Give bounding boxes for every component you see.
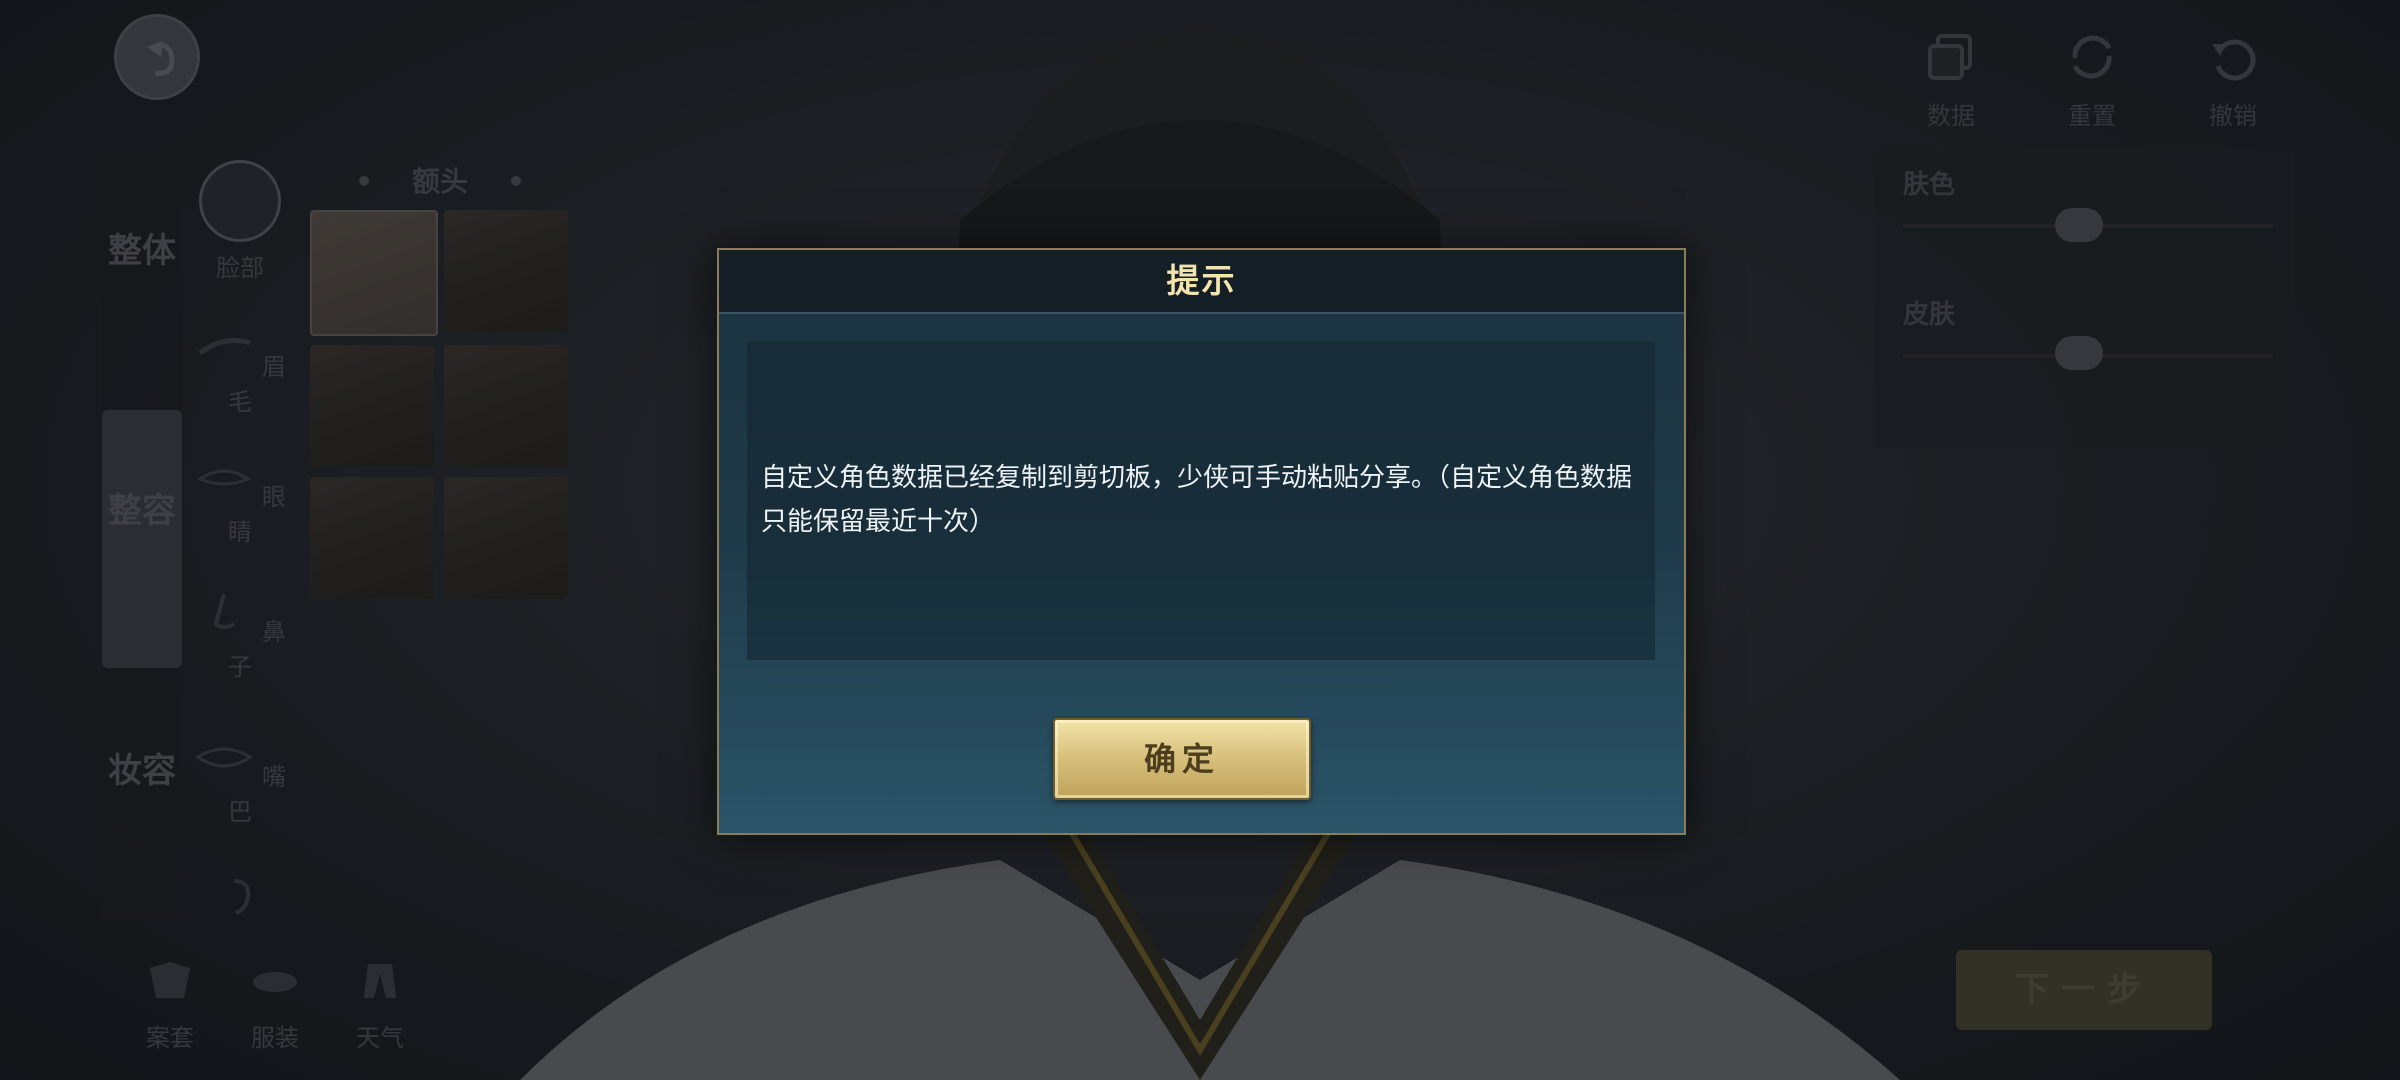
notice-dialog: 提示 自定义角色数据已经复制到剪切板，少侠可手动粘贴分享。（自定义角色数据只能保… — [717, 248, 1686, 835]
dialog-header: 提示 — [719, 250, 1684, 314]
dialog-title: 提示 — [1166, 261, 1237, 300]
dialog-message: 自定义角色数据已经复制到剪切板，少侠可手动粘贴分享。（自定义角色数据只能保留最近… — [761, 463, 1633, 537]
confirm-button-label: 确定 — [1143, 740, 1220, 778]
confirm-button[interactable]: 确定 — [1053, 718, 1311, 800]
dialog-body: 自定义角色数据已经复制到剪切板，少侠可手动粘贴分享。（自定义角色数据只能保留最近… — [747, 342, 1655, 660]
game-screen: 整体 整容 妆容 脸部 眉毛 眼睛 鼻子 嘴巴 • 额头 • 案套 服装 天气 … — [0, 0, 2400, 1080]
